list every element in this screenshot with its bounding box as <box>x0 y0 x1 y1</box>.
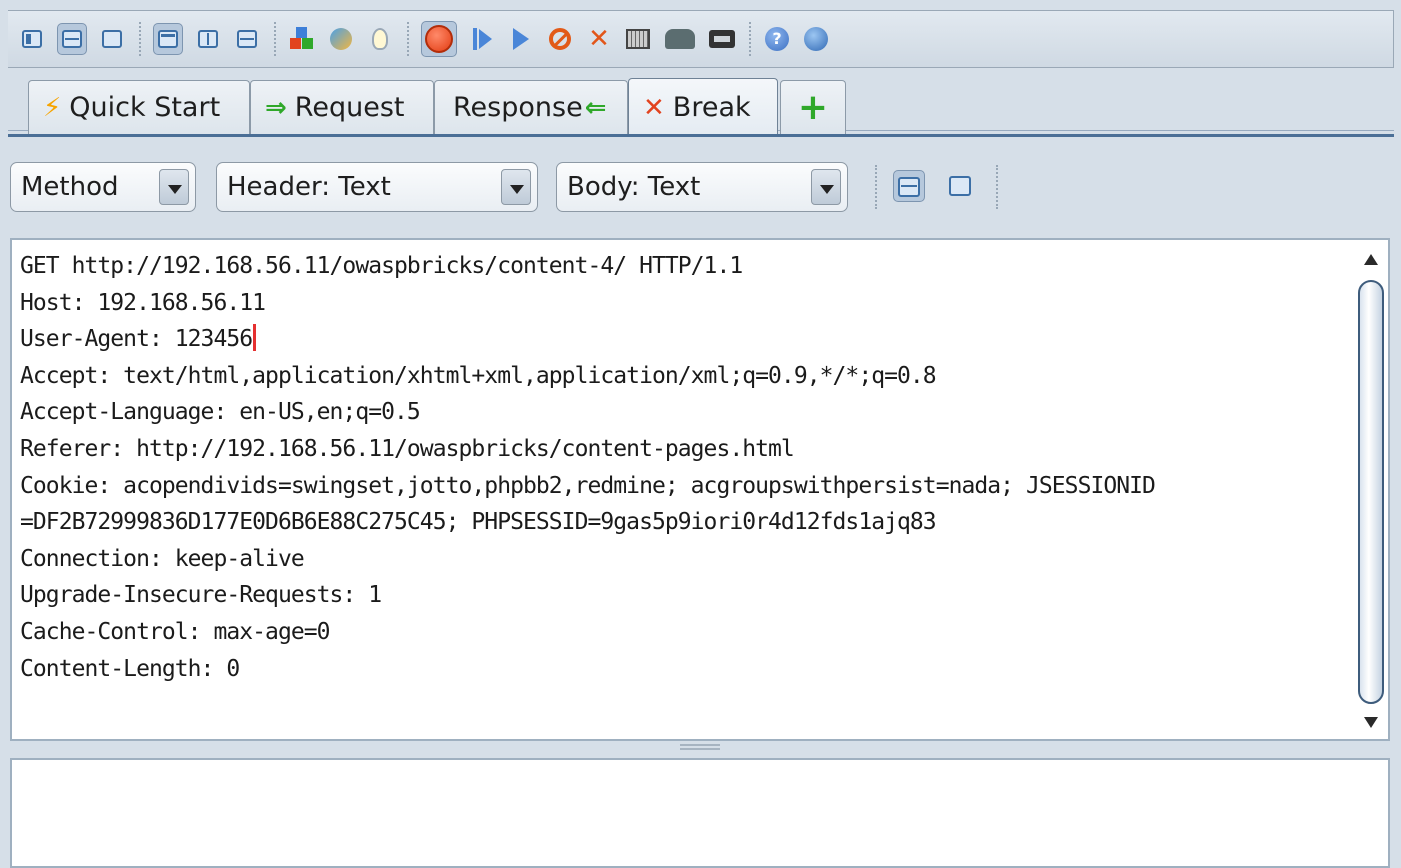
pane-split-horizontal-icon[interactable] <box>57 23 87 55</box>
toolbar-separator <box>407 22 409 56</box>
tab-response[interactable]: Response ⇐ <box>434 80 628 134</box>
pane-single-icon[interactable] <box>98 25 126 53</box>
elephant-icon[interactable] <box>663 25 697 53</box>
tab-strip-underline <box>8 134 1394 137</box>
request-editor[interactable]: GET http://192.168.56.11/owaspbricks/con… <box>10 238 1390 741</box>
drop-icon[interactable] <box>546 25 574 53</box>
break-x-icon: ✕ <box>643 92 665 123</box>
globe-icon[interactable] <box>802 25 830 53</box>
refresh-icon[interactable] <box>327 25 355 53</box>
options-separator <box>996 165 998 209</box>
scroll-thumb[interactable] <box>1358 280 1384 704</box>
toolbar-separator <box>749 22 751 56</box>
method-select-value: Method <box>21 172 119 202</box>
tab-break[interactable]: ✕ Break <box>628 78 778 136</box>
header-format-select[interactable]: Header: Text <box>216 162 538 212</box>
pane-split-vertical-icon[interactable] <box>194 25 222 53</box>
tab-label: Quick Start <box>69 92 221 123</box>
tab-add[interactable]: + <box>780 80 846 134</box>
tab-quick-start[interactable]: ⚡ Quick Start <box>28 80 250 134</box>
plus-icon: + <box>797 87 829 128</box>
scroll-up-icon[interactable] <box>1364 254 1378 265</box>
arrow-right-icon: ⇒ <box>265 92 287 123</box>
body-format-select[interactable]: Body: Text <box>556 162 848 212</box>
toolbar-separator <box>139 22 141 56</box>
scroll-down-icon[interactable] <box>1364 717 1378 728</box>
options-separator <box>875 165 877 209</box>
header-format-value: Header: Text <box>227 172 391 202</box>
toolbar-separator <box>274 22 276 56</box>
pane-splitter-handle[interactable] <box>680 744 720 750</box>
tape-icon[interactable] <box>708 25 736 53</box>
stop-record-icon[interactable] <box>421 21 457 57</box>
request-text-before-caret: GET http://192.168.56.11/owaspbricks/con… <box>20 253 743 353</box>
split-pane-icon <box>898 177 920 197</box>
tab-request[interactable]: ⇒ Request <box>250 80 434 134</box>
tab-label: Request <box>294 92 405 123</box>
tab-label: Break <box>672 92 751 123</box>
single-view-button[interactable] <box>945 170 977 202</box>
single-pane-icon <box>949 176 971 196</box>
tip-bulb-icon[interactable] <box>366 25 394 53</box>
main-toolbar: ✕ ? <box>8 10 1394 68</box>
response-body-pane[interactable] <box>10 758 1390 868</box>
continue-icon[interactable] <box>507 25 535 53</box>
grid-icon[interactable] <box>624 25 652 53</box>
body-format-value: Body: Text <box>567 172 701 202</box>
split-view-button[interactable] <box>893 170 925 202</box>
step-icon[interactable] <box>468 25 496 53</box>
chevron-down-icon[interactable] <box>159 169 189 205</box>
vertical-scrollbar[interactable] <box>1356 244 1386 738</box>
chevron-down-icon[interactable] <box>501 169 531 205</box>
pane-rows-icon[interactable] <box>233 25 261 53</box>
arrow-left-icon: ⇐ <box>584 92 607 123</box>
pane-list-icon[interactable] <box>18 25 46 53</box>
text-caret <box>253 324 257 352</box>
new-break-icon[interactable]: ✕ <box>585 25 613 53</box>
chevron-down-icon[interactable] <box>811 169 841 205</box>
help-icon[interactable]: ? <box>763 25 791 53</box>
method-select[interactable]: Method <box>10 162 196 212</box>
add-on-puzzle-icon[interactable] <box>288 25 316 53</box>
tab-label: Response <box>453 92 583 123</box>
request-text[interactable]: GET http://192.168.56.11/owaspbricks/con… <box>12 240 1350 687</box>
tab-strip: ⚡ Quick Start ⇒ Request Response ⇐ ✕ Bre… <box>8 68 1394 144</box>
pane-top-icon[interactable] <box>153 23 183 55</box>
lightning-icon: ⚡ <box>43 92 62 123</box>
request-text-after-caret: Accept: text/html,application/xhtml+xml,… <box>20 362 1156 682</box>
